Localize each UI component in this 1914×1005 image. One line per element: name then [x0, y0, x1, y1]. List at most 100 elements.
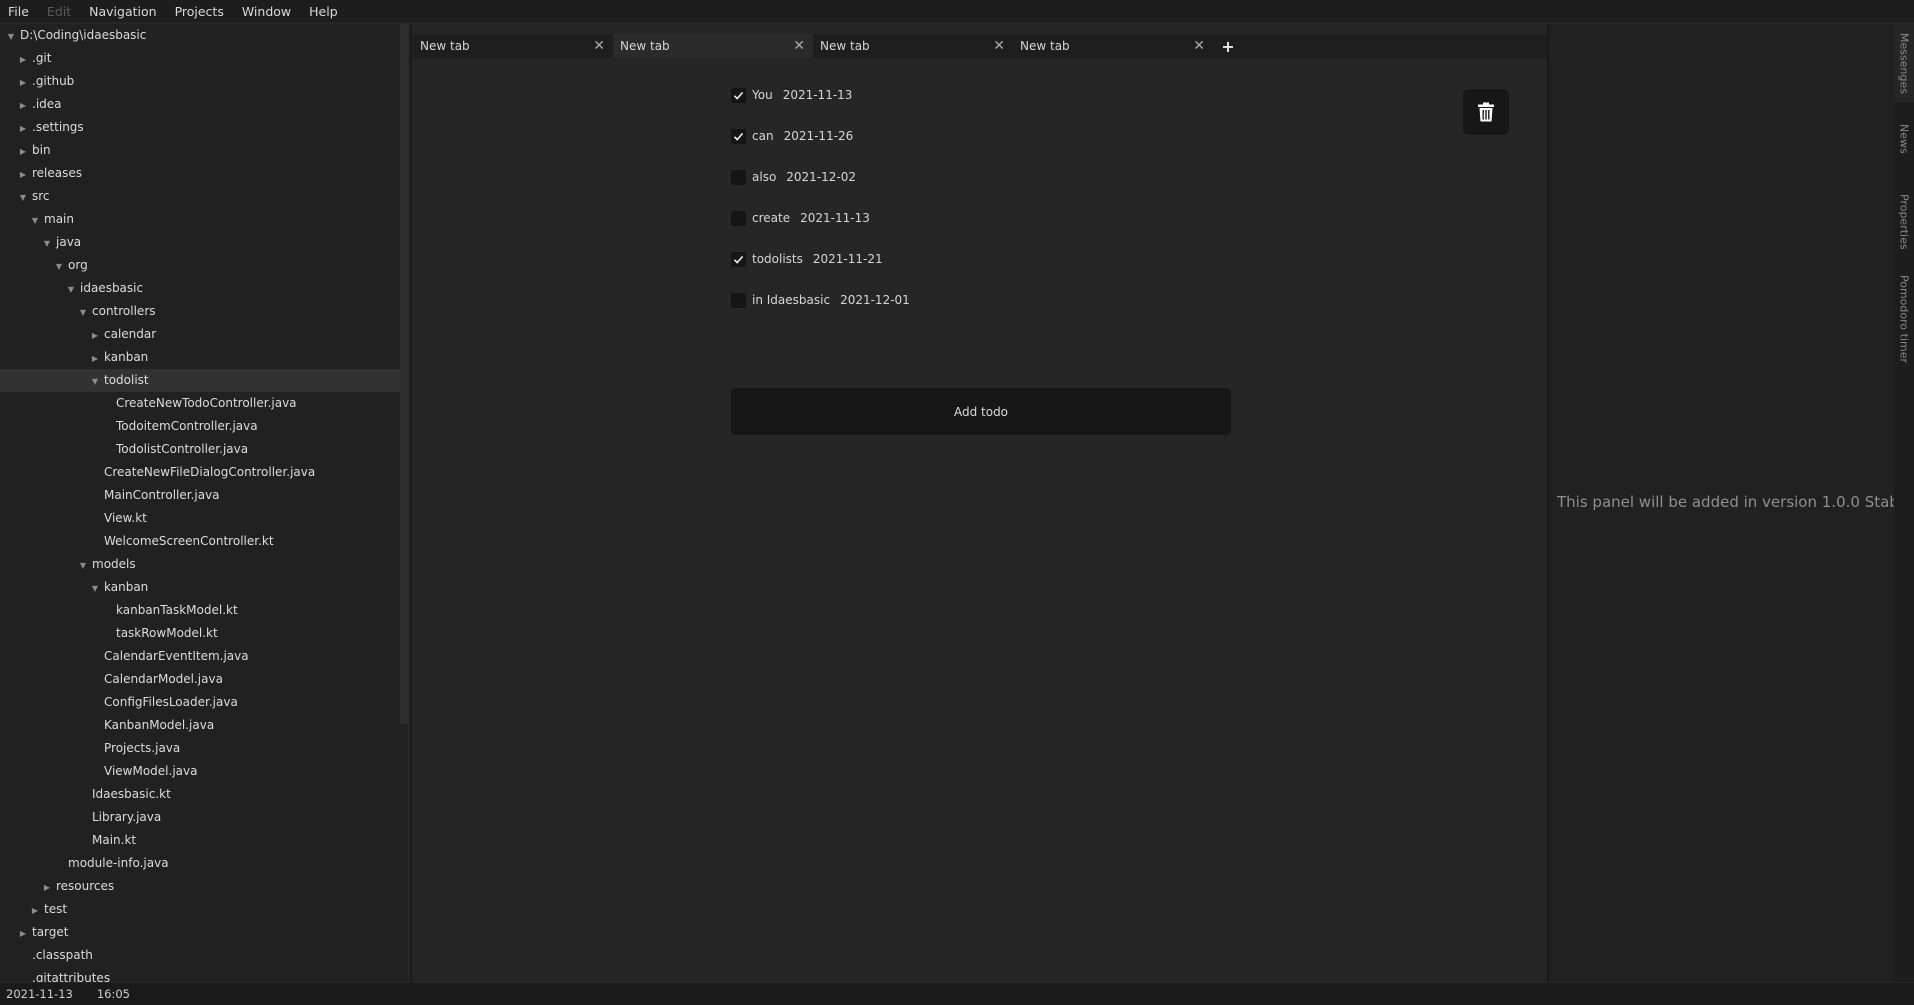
tree-item-module-info-java[interactable]: module-info.java — [0, 852, 400, 875]
menu-navigation[interactable]: Navigation — [89, 4, 156, 19]
todo-checkbox[interactable] — [731, 169, 746, 185]
tree-item-taskrowmodel-kt[interactable]: taskRowModel.kt — [0, 622, 400, 645]
collapse-arrow-icon[interactable]: ▶ — [18, 140, 28, 163]
expand-arrow-icon[interactable]: ▼ — [54, 255, 64, 278]
menu-file[interactable]: File — [8, 4, 29, 19]
tree-item-java[interactable]: ▼ java — [0, 231, 400, 254]
expand-arrow-icon[interactable]: ▼ — [30, 209, 40, 232]
tree-item-target[interactable]: ▶ target — [0, 921, 400, 944]
tree-item-kanbanmodel-java[interactable]: KanbanModel.java — [0, 714, 400, 737]
tree-item-configfilesloader-java[interactable]: ConfigFilesLoader.java — [0, 691, 400, 714]
tree-item-maincontroller-java[interactable]: MainController.java — [0, 484, 400, 507]
tree-item-createnewtodocontroller-java[interactable]: CreateNewTodoController.java — [0, 392, 400, 415]
side-tab-properties[interactable]: Properties — [1894, 182, 1914, 262]
expand-arrow-icon[interactable]: ▼ — [90, 577, 100, 600]
tab-3[interactable]: New tab ✕ — [813, 34, 1013, 58]
close-icon[interactable]: ✕ — [993, 38, 1005, 54]
expand-arrow-icon[interactable]: ▼ — [42, 232, 52, 255]
tab-4[interactable]: New tab ✕ — [1013, 34, 1213, 58]
tree-item-src[interactable]: ▼ src — [0, 185, 400, 208]
tree-item-library-java[interactable]: Library.java — [0, 806, 400, 829]
sidebar-splitter[interactable] — [410, 24, 412, 982]
side-tab-messenges[interactable]: Messenges — [1894, 24, 1914, 102]
todo-date[interactable]: 2021-11-21 — [813, 252, 883, 266]
collapse-arrow-icon[interactable]: ▶ — [18, 48, 28, 71]
tree-item-main[interactable]: ▼ main — [0, 208, 400, 231]
side-tab-pomodoro-timer[interactable]: Pomodoro timer — [1894, 264, 1914, 374]
tree-item-d-coding-idaesbasic[interactable]: ▼ D:\Coding\idaesbasic — [0, 24, 400, 47]
close-icon[interactable]: ✕ — [793, 38, 805, 54]
tree-item-calendar[interactable]: ▶ calendar — [0, 323, 400, 346]
close-icon[interactable]: ✕ — [593, 38, 605, 54]
todo-checkbox[interactable] — [731, 251, 746, 267]
tree-item-classpath[interactable]: .classpath — [0, 944, 400, 967]
menu-window[interactable]: Window — [242, 4, 291, 19]
tree-item-models[interactable]: ▼ models — [0, 553, 400, 576]
menu-help[interactable]: Help — [309, 4, 338, 19]
tree-item-projects-java[interactable]: Projects.java — [0, 737, 400, 760]
todo-checkbox[interactable] — [731, 292, 746, 308]
collapse-arrow-icon[interactable]: ▶ — [18, 71, 28, 94]
expand-arrow-icon[interactable]: ▼ — [90, 370, 100, 393]
tab-1[interactable]: New tab ✕ — [413, 34, 613, 58]
todo-checkbox[interactable] — [731, 210, 746, 226]
expand-arrow-icon[interactable]: ▼ — [6, 25, 16, 48]
tree-item-todolistcontroller-java[interactable]: TodolistController.java — [0, 438, 400, 461]
collapse-arrow-icon[interactable]: ▶ — [18, 117, 28, 140]
tree-item-label: .github — [32, 74, 75, 88]
tree-item-todolist[interactable]: ▼ todolist — [0, 369, 400, 392]
todo-date[interactable]: 2021-11-13 — [783, 88, 853, 102]
collapse-arrow-icon[interactable]: ▶ — [18, 922, 28, 945]
expand-arrow-icon[interactable]: ▼ — [66, 278, 76, 301]
todo-date[interactable]: 2021-12-02 — [786, 170, 856, 184]
tree-item-git[interactable]: ▶ .git — [0, 47, 400, 70]
close-icon[interactable]: ✕ — [1193, 38, 1205, 54]
add-todo-button[interactable]: Add todo — [731, 388, 1231, 435]
expand-arrow-icon[interactable]: ▼ — [18, 186, 28, 209]
tree-item-main-kt[interactable]: Main.kt — [0, 829, 400, 852]
add-tab-button[interactable]: + — [1213, 34, 1243, 58]
tree-item-kanban[interactable]: ▼ kanban — [0, 576, 400, 599]
delete-todolist-button[interactable] — [1463, 89, 1509, 135]
tree-item-resources[interactable]: ▶ resources — [0, 875, 400, 898]
expand-arrow-icon[interactable]: ▼ — [78, 301, 88, 324]
tree-item-test[interactable]: ▶ test — [0, 898, 400, 921]
tree-item-bin[interactable]: ▶ bin — [0, 139, 400, 162]
todo-checkbox[interactable] — [731, 128, 746, 144]
tree-item-calendarmodel-java[interactable]: CalendarModel.java — [0, 668, 400, 691]
tree-item-view-kt[interactable]: View.kt — [0, 507, 400, 530]
tree-item-welcomescreencontroller-kt[interactable]: WelcomeScreenController.kt — [0, 530, 400, 553]
collapse-arrow-icon[interactable]: ▶ — [18, 163, 28, 186]
tree-item-idaesbasic[interactable]: ▼ idaesbasic — [0, 277, 400, 300]
todo-date[interactable]: 2021-12-01 — [840, 293, 910, 307]
todo-checkbox[interactable] — [731, 87, 746, 103]
tree-item-viewmodel-java[interactable]: ViewModel.java — [0, 760, 400, 783]
tree-item-todoitemcontroller-java[interactable]: TodoitemController.java — [0, 415, 400, 438]
menu-projects[interactable]: Projects — [175, 4, 224, 19]
tree-item-org[interactable]: ▼ org — [0, 254, 400, 277]
collapse-arrow-icon[interactable]: ▶ — [90, 347, 100, 370]
right-panel-message: This panel will be added in version 1.0.… — [1557, 493, 1913, 511]
tree-item-kanban[interactable]: ▶ kanban — [0, 346, 400, 369]
collapse-arrow-icon[interactable]: ▶ — [30, 899, 40, 922]
tree-item-createnewfiledialogcontroller-java[interactable]: CreateNewFileDialogController.java — [0, 461, 400, 484]
tab-2[interactable]: New tab ✕ — [613, 34, 813, 58]
collapse-arrow-icon[interactable]: ▶ — [42, 876, 52, 899]
tree-item-idea[interactable]: ▶ .idea — [0, 93, 400, 116]
sidebar-scrollbar[interactable] — [400, 24, 408, 724]
collapse-arrow-icon[interactable]: ▶ — [90, 324, 100, 347]
tree-item-gitattributes[interactable]: .gitattributes — [0, 967, 400, 982]
menu-edit[interactable]: Edit — [47, 4, 71, 19]
tree-item-settings[interactable]: ▶ .settings — [0, 116, 400, 139]
todo-date[interactable]: 2021-11-13 — [800, 211, 870, 225]
tree-item-idaesbasic-kt[interactable]: Idaesbasic.kt — [0, 783, 400, 806]
tree-item-calendareventitem-java[interactable]: CalendarEventItem.java — [0, 645, 400, 668]
collapse-arrow-icon[interactable]: ▶ — [18, 94, 28, 117]
tree-item-releases[interactable]: ▶ releases — [0, 162, 400, 185]
tree-item-github[interactable]: ▶ .github — [0, 70, 400, 93]
todo-date[interactable]: 2021-11-26 — [784, 129, 854, 143]
side-tab-news[interactable]: News — [1894, 109, 1914, 169]
tree-item-controllers[interactable]: ▼ controllers — [0, 300, 400, 323]
tree-item-kanbantaskmodel-kt[interactable]: kanbanTaskModel.kt — [0, 599, 400, 622]
expand-arrow-icon[interactable]: ▼ — [78, 554, 88, 577]
